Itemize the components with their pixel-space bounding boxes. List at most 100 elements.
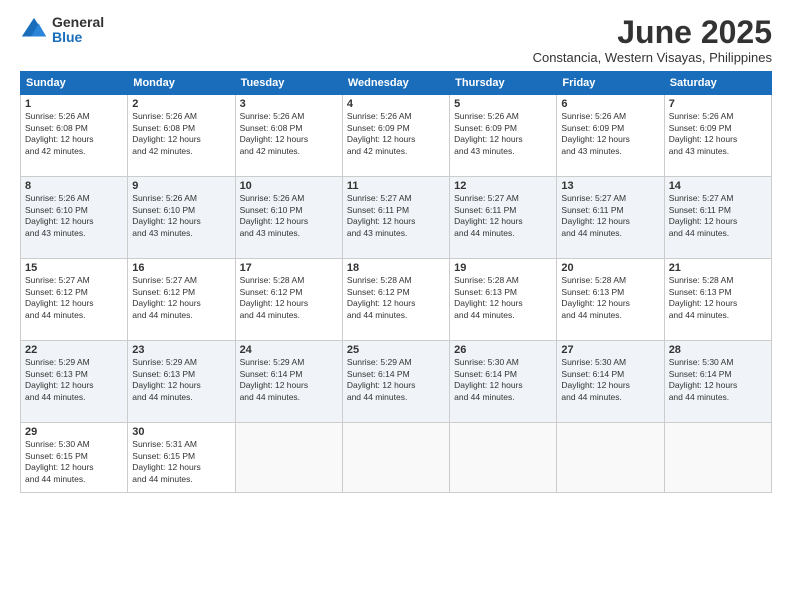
day-info: Sunrise: 5:26 AMSunset: 6:09 PMDaylight:… bbox=[347, 111, 416, 155]
logo-blue: Blue bbox=[52, 30, 104, 45]
table-row: 2 Sunrise: 5:26 AMSunset: 6:08 PMDayligh… bbox=[128, 95, 235, 177]
table-row: 20 Sunrise: 5:28 AMSunset: 6:13 PMDaylig… bbox=[557, 259, 664, 341]
day-number: 2 bbox=[132, 98, 230, 110]
table-row bbox=[557, 423, 664, 493]
day-number: 17 bbox=[240, 262, 338, 274]
day-info: Sunrise: 5:26 AMSunset: 6:10 PMDaylight:… bbox=[132, 193, 201, 237]
table-row bbox=[450, 423, 557, 493]
table-row: 11 Sunrise: 5:27 AMSunset: 6:11 PMDaylig… bbox=[342, 177, 449, 259]
table-row: 27 Sunrise: 5:30 AMSunset: 6:14 PMDaylig… bbox=[557, 341, 664, 423]
table-row bbox=[235, 423, 342, 493]
header-thursday: Thursday bbox=[450, 72, 557, 95]
table-row: 12 Sunrise: 5:27 AMSunset: 6:11 PMDaylig… bbox=[450, 177, 557, 259]
day-info: Sunrise: 5:29 AMSunset: 6:13 PMDaylight:… bbox=[25, 357, 94, 401]
day-number: 24 bbox=[240, 344, 338, 356]
day-number: 14 bbox=[669, 180, 767, 192]
day-number: 20 bbox=[561, 262, 659, 274]
header-saturday: Saturday bbox=[664, 72, 771, 95]
day-info: Sunrise: 5:26 AMSunset: 6:10 PMDaylight:… bbox=[25, 193, 94, 237]
day-number: 21 bbox=[669, 262, 767, 274]
table-row: 1 Sunrise: 5:26 AMSunset: 6:08 PMDayligh… bbox=[21, 95, 128, 177]
day-info: Sunrise: 5:28 AMSunset: 6:13 PMDaylight:… bbox=[561, 275, 630, 319]
day-number: 7 bbox=[669, 98, 767, 110]
day-number: 26 bbox=[454, 344, 552, 356]
table-row: 25 Sunrise: 5:29 AMSunset: 6:14 PMDaylig… bbox=[342, 341, 449, 423]
logo-general: General bbox=[52, 15, 104, 30]
day-number: 18 bbox=[347, 262, 445, 274]
day-info: Sunrise: 5:26 AMSunset: 6:09 PMDaylight:… bbox=[561, 111, 630, 155]
day-number: 23 bbox=[132, 344, 230, 356]
day-info: Sunrise: 5:27 AMSunset: 6:11 PMDaylight:… bbox=[669, 193, 738, 237]
table-row: 28 Sunrise: 5:30 AMSunset: 6:14 PMDaylig… bbox=[664, 341, 771, 423]
table-row: 23 Sunrise: 5:29 AMSunset: 6:13 PMDaylig… bbox=[128, 341, 235, 423]
day-info: Sunrise: 5:30 AMSunset: 6:14 PMDaylight:… bbox=[561, 357, 630, 401]
day-info: Sunrise: 5:28 AMSunset: 6:13 PMDaylight:… bbox=[454, 275, 523, 319]
day-info: Sunrise: 5:26 AMSunset: 6:10 PMDaylight:… bbox=[240, 193, 309, 237]
day-number: 12 bbox=[454, 180, 552, 192]
day-info: Sunrise: 5:28 AMSunset: 6:12 PMDaylight:… bbox=[240, 275, 309, 319]
table-row: 29 Sunrise: 5:30 AMSunset: 6:15 PMDaylig… bbox=[21, 423, 128, 493]
weekday-header-row: Sunday Monday Tuesday Wednesday Thursday… bbox=[21, 72, 772, 95]
table-row: 16 Sunrise: 5:27 AMSunset: 6:12 PMDaylig… bbox=[128, 259, 235, 341]
day-info: Sunrise: 5:27 AMSunset: 6:12 PMDaylight:… bbox=[25, 275, 94, 319]
day-info: Sunrise: 5:27 AMSunset: 6:11 PMDaylight:… bbox=[347, 193, 416, 237]
table-row: 21 Sunrise: 5:28 AMSunset: 6:13 PMDaylig… bbox=[664, 259, 771, 341]
month-title: June 2025 bbox=[533, 15, 772, 50]
table-row: 10 Sunrise: 5:26 AMSunset: 6:10 PMDaylig… bbox=[235, 177, 342, 259]
table-row: 24 Sunrise: 5:29 AMSunset: 6:14 PMDaylig… bbox=[235, 341, 342, 423]
table-row: 30 Sunrise: 5:31 AMSunset: 6:15 PMDaylig… bbox=[128, 423, 235, 493]
header-sunday: Sunday bbox=[21, 72, 128, 95]
page: General Blue June 2025 Constancia, Weste… bbox=[0, 0, 792, 612]
day-info: Sunrise: 5:27 AMSunset: 6:12 PMDaylight:… bbox=[132, 275, 201, 319]
day-number: 28 bbox=[669, 344, 767, 356]
day-number: 3 bbox=[240, 98, 338, 110]
day-number: 27 bbox=[561, 344, 659, 356]
table-row: 17 Sunrise: 5:28 AMSunset: 6:12 PMDaylig… bbox=[235, 259, 342, 341]
day-number: 25 bbox=[347, 344, 445, 356]
logo-icon bbox=[20, 16, 48, 44]
table-row: 8 Sunrise: 5:26 AMSunset: 6:10 PMDayligh… bbox=[21, 177, 128, 259]
day-number: 9 bbox=[132, 180, 230, 192]
header-wednesday: Wednesday bbox=[342, 72, 449, 95]
day-number: 1 bbox=[25, 98, 123, 110]
day-info: Sunrise: 5:29 AMSunset: 6:14 PMDaylight:… bbox=[240, 357, 309, 401]
day-number: 19 bbox=[454, 262, 552, 274]
day-info: Sunrise: 5:26 AMSunset: 6:09 PMDaylight:… bbox=[454, 111, 523, 155]
day-number: 6 bbox=[561, 98, 659, 110]
day-info: Sunrise: 5:27 AMSunset: 6:11 PMDaylight:… bbox=[454, 193, 523, 237]
day-info: Sunrise: 5:30 AMSunset: 6:14 PMDaylight:… bbox=[669, 357, 738, 401]
table-row: 7 Sunrise: 5:26 AMSunset: 6:09 PMDayligh… bbox=[664, 95, 771, 177]
day-number: 13 bbox=[561, 180, 659, 192]
logo-text: General Blue bbox=[52, 15, 104, 46]
day-info: Sunrise: 5:30 AMSunset: 6:15 PMDaylight:… bbox=[25, 439, 94, 483]
day-info: Sunrise: 5:29 AMSunset: 6:14 PMDaylight:… bbox=[347, 357, 416, 401]
day-info: Sunrise: 5:29 AMSunset: 6:13 PMDaylight:… bbox=[132, 357, 201, 401]
table-row: 4 Sunrise: 5:26 AMSunset: 6:09 PMDayligh… bbox=[342, 95, 449, 177]
header: General Blue June 2025 Constancia, Weste… bbox=[20, 15, 772, 65]
day-info: Sunrise: 5:31 AMSunset: 6:15 PMDaylight:… bbox=[132, 439, 201, 483]
day-number: 11 bbox=[347, 180, 445, 192]
day-info: Sunrise: 5:26 AMSunset: 6:08 PMDaylight:… bbox=[132, 111, 201, 155]
calendar-table: Sunday Monday Tuesday Wednesday Thursday… bbox=[20, 71, 772, 493]
day-number: 29 bbox=[25, 426, 123, 438]
table-row: 5 Sunrise: 5:26 AMSunset: 6:09 PMDayligh… bbox=[450, 95, 557, 177]
day-info: Sunrise: 5:27 AMSunset: 6:11 PMDaylight:… bbox=[561, 193, 630, 237]
table-row: 18 Sunrise: 5:28 AMSunset: 6:12 PMDaylig… bbox=[342, 259, 449, 341]
day-number: 8 bbox=[25, 180, 123, 192]
day-info: Sunrise: 5:26 AMSunset: 6:09 PMDaylight:… bbox=[669, 111, 738, 155]
logo: General Blue bbox=[20, 15, 104, 46]
day-number: 22 bbox=[25, 344, 123, 356]
day-number: 5 bbox=[454, 98, 552, 110]
location: Constancia, Western Visayas, Philippines bbox=[533, 50, 772, 65]
day-info: Sunrise: 5:28 AMSunset: 6:12 PMDaylight:… bbox=[347, 275, 416, 319]
day-number: 15 bbox=[25, 262, 123, 274]
table-row: 14 Sunrise: 5:27 AMSunset: 6:11 PMDaylig… bbox=[664, 177, 771, 259]
table-row: 13 Sunrise: 5:27 AMSunset: 6:11 PMDaylig… bbox=[557, 177, 664, 259]
table-row: 15 Sunrise: 5:27 AMSunset: 6:12 PMDaylig… bbox=[21, 259, 128, 341]
table-row: 3 Sunrise: 5:26 AMSunset: 6:08 PMDayligh… bbox=[235, 95, 342, 177]
day-number: 16 bbox=[132, 262, 230, 274]
table-row: 19 Sunrise: 5:28 AMSunset: 6:13 PMDaylig… bbox=[450, 259, 557, 341]
header-monday: Monday bbox=[128, 72, 235, 95]
day-info: Sunrise: 5:30 AMSunset: 6:14 PMDaylight:… bbox=[454, 357, 523, 401]
table-row: 9 Sunrise: 5:26 AMSunset: 6:10 PMDayligh… bbox=[128, 177, 235, 259]
